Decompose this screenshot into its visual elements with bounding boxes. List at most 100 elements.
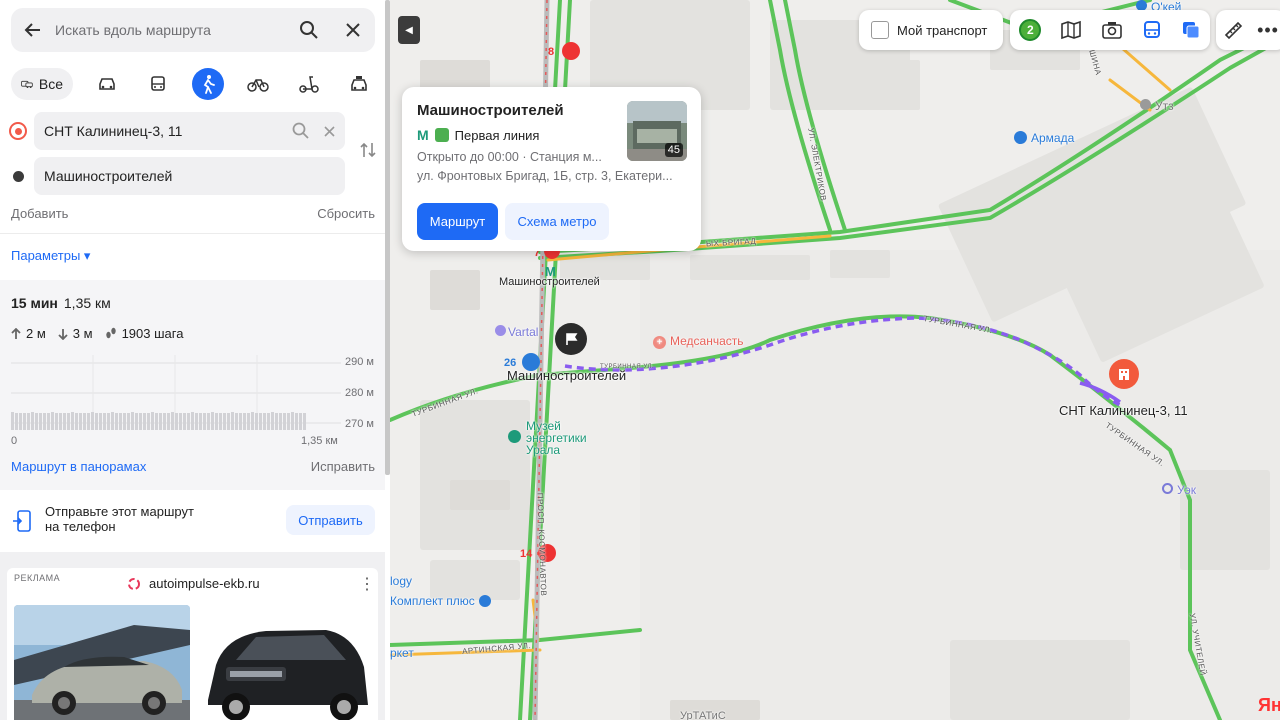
bus-icon: [1014, 131, 1027, 144]
transit-bus-icon[interactable]: [1142, 20, 1162, 40]
elevation-bar: [247, 413, 250, 430]
poi-armada-label: Армада: [1031, 131, 1075, 145]
poi-uratatis[interactable]: УрТАТиС: [680, 710, 726, 720]
poi-uek-label: Уэк: [1177, 483, 1196, 497]
station-card[interactable]: Машиностроителей M Первая линия Открыто …: [402, 87, 701, 251]
layers-stack-icon[interactable]: [1181, 20, 1201, 40]
add-point-link[interactable]: Добавить: [11, 206, 68, 221]
ruler-icon[interactable]: [1223, 20, 1243, 40]
my-transport-checkbox[interactable]: [871, 21, 889, 39]
mode-bike-button[interactable]: [242, 68, 274, 100]
search-input[interactable]: Искать вдоль маршрута: [55, 22, 287, 38]
send-button[interactable]: Отправить: [286, 505, 375, 535]
stop-number-8: 8: [548, 46, 555, 58]
elevation-bar: [123, 413, 126, 430]
elevation-x-start: 0: [11, 435, 18, 447]
elevation-bar: [135, 413, 138, 430]
mode-scooter-button[interactable]: [293, 68, 325, 100]
poi-vartal[interactable]: Vartal: [495, 325, 538, 339]
map-layers-icon[interactable]: [1060, 20, 1082, 40]
to-field[interactable]: Машиностроителей: [34, 157, 345, 195]
elevation-bar: [295, 413, 298, 430]
poi-komplekt-label: Комплект плюс: [390, 594, 475, 608]
shop-icon: [478, 595, 491, 607]
phone-send-icon: [13, 510, 31, 532]
route-start-flag-icon[interactable]: [555, 323, 587, 355]
poi-market[interactable]: ркет: [390, 646, 414, 660]
collapse-panel-button[interactable]: ◀: [398, 16, 420, 44]
my-transport-toggle[interactable]: Мой транспорт: [859, 10, 1003, 50]
start-point-marker-icon: [9, 122, 27, 140]
station-photo[interactable]: 45: [627, 101, 687, 161]
traffic-level-icon[interactable]: 2: [1019, 19, 1042, 41]
elevation-bar: [147, 413, 150, 430]
elevation-bar: [111, 412, 114, 430]
more-options-icon[interactable]: •••: [1257, 20, 1279, 41]
ad-site[interactable]: autoimpulse-ekb.ru: [127, 576, 260, 591]
mode-all-label: Все: [38, 76, 63, 92]
swap-points-icon[interactable]: [358, 140, 378, 165]
to-value: Машиностроителей: [44, 168, 173, 184]
metro-map-button[interactable]: Схема метро: [505, 203, 609, 240]
elevation-bar: [171, 412, 174, 430]
camera-icon[interactable]: [1101, 20, 1123, 40]
poi-utz-label: Утз: [1155, 99, 1174, 113]
elevation-bar: [127, 413, 130, 430]
search-icon[interactable]: [292, 122, 310, 140]
mode-car-button[interactable]: [91, 68, 123, 100]
poi-utz[interactable]: Утз: [1140, 99, 1174, 113]
mode-walk-button[interactable]: [191, 68, 224, 100]
divider: [0, 233, 385, 234]
ad-image-car-silver[interactable]: [14, 605, 190, 720]
ad-site-label: autoimpulse-ekb.ru: [149, 576, 260, 591]
search-icon[interactable]: [287, 8, 331, 52]
parameters-toggle[interactable]: Параметры ▾: [11, 248, 90, 264]
ad-image-suv-black[interactable]: [196, 605, 372, 720]
panoramas-link[interactable]: Маршрут в панорамах: [11, 459, 146, 474]
mode-taxi-button[interactable]: [343, 68, 375, 100]
elevation-bar: [259, 413, 262, 430]
elevation-label-290: 290 м: [345, 356, 374, 368]
elevation-label-280: 280 м: [345, 387, 374, 399]
elevation-bar: [143, 413, 146, 430]
poi-armada[interactable]: Армада: [1014, 131, 1074, 145]
elevation-bar: [175, 413, 178, 430]
stop-number-14: 14: [520, 548, 533, 560]
my-transport-label: Мой транспорт: [897, 22, 988, 38]
elevation-bar: [203, 413, 206, 430]
poi-medsanchast[interactable]: + Медсанчасть: [653, 334, 744, 349]
elevation-bar: [235, 413, 238, 430]
poi-komplekt[interactable]: Комплект плюс: [390, 594, 491, 608]
route-button[interactable]: Маршрут: [417, 203, 498, 240]
elevation-bar: [47, 413, 50, 430]
poi-logy[interactable]: logy: [390, 574, 412, 588]
elevation-bar: [155, 413, 158, 430]
poi-uek[interactable]: Уэк: [1162, 483, 1196, 497]
elevation-bar: [207, 413, 210, 430]
elevation-bar: [107, 413, 110, 430]
poi-medsanchast-label: Медсанчасть: [670, 334, 744, 348]
steps-stat: 1903 шага: [105, 326, 183, 341]
mode-all-button[interactable]: Все: [11, 68, 73, 100]
elevation-bar: [191, 412, 194, 430]
scooter-icon: [298, 76, 319, 93]
route-elevation-stats: 2 м 3 м 1903 шага: [11, 326, 183, 341]
close-icon[interactable]: [331, 8, 375, 52]
more-options-icon[interactable]: ⋮: [359, 574, 375, 594]
reset-link[interactable]: Сбросить: [317, 206, 375, 221]
destination-pin-icon[interactable]: [1109, 359, 1139, 389]
fix-route-link[interactable]: Исправить: [311, 459, 375, 474]
back-arrow-icon[interactable]: [11, 8, 55, 52]
car-bus-icon: [21, 80, 33, 89]
elevation-bar: [219, 413, 222, 430]
elevation-bar: [299, 413, 302, 430]
ad-block[interactable]: РЕКЛАМА autoimpulse-ekb.ru ⋮: [7, 568, 378, 720]
poi-circle-icon: [495, 325, 506, 336]
metro-line-label: Первая линия: [454, 127, 540, 143]
search-bar[interactable]: Искать вдоль маршрута: [11, 8, 375, 52]
from-field[interactable]: СНТ Калининец-3, 11: [34, 112, 345, 150]
poi-museum[interactable]: Музей энергетики Урала: [508, 420, 598, 456]
mode-bus-button[interactable]: [142, 68, 174, 100]
clear-icon[interactable]: [324, 125, 335, 137]
elevation-bar: [255, 413, 258, 430]
